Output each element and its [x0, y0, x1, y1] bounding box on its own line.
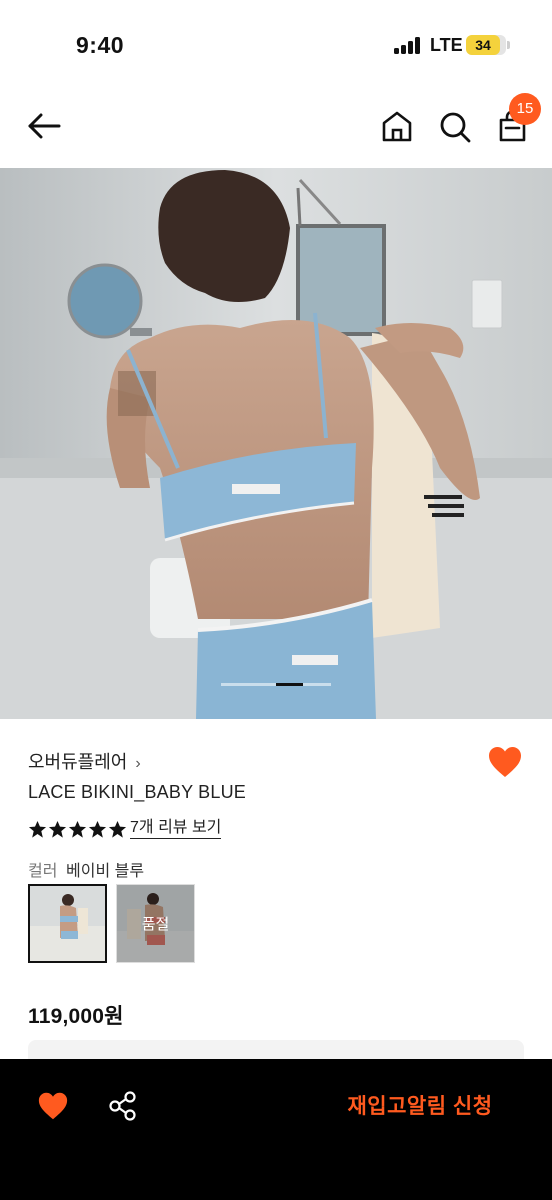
option-label: 컬러	[28, 863, 58, 880]
chevron-right-icon: ›	[135, 755, 141, 772]
color-swatch-selected[interactable]	[28, 884, 107, 963]
bottom-action-bar	[0, 1059, 552, 1200]
rating-stars	[28, 820, 127, 840]
signal-icon	[394, 37, 420, 54]
network-type: LTE	[430, 35, 463, 55]
soldout-label: 품절	[117, 885, 194, 962]
product-price: 119,000원	[28, 1005, 124, 1028]
carousel-indicator-active	[276, 683, 303, 686]
product-photo	[0, 168, 552, 719]
color-swatch-soldout[interactable]: 품절	[116, 884, 195, 963]
search-icon	[440, 112, 471, 143]
product-name: LACE BIKINI_BABY BLUE	[28, 782, 246, 802]
battery-level: 34	[475, 37, 491, 53]
restock-alert-button[interactable]: 재입고알림 신청	[330, 1090, 510, 1124]
swatch-thumbnail	[30, 886, 105, 961]
review-link[interactable]: 7개 리뷰 보기	[130, 818, 222, 839]
star-icon	[28, 820, 47, 838]
back-arrow-icon	[28, 113, 61, 139]
battery-cap	[507, 41, 510, 49]
back-button[interactable]	[24, 106, 66, 148]
battery-icon: 34	[466, 35, 506, 55]
star-icon	[108, 820, 127, 838]
home-button[interactable]	[378, 106, 416, 146]
cart-count-badge: 15	[509, 93, 541, 125]
share-icon	[109, 1091, 136, 1121]
status-bar: 9:40 LTE 34	[0, 0, 552, 90]
brand-link[interactable]: 오버듀플레어 ›	[28, 748, 141, 774]
search-button[interactable]	[436, 106, 474, 146]
status-time: 9:40	[76, 32, 125, 58]
share-button[interactable]	[107, 1090, 139, 1122]
star-icon	[48, 820, 67, 838]
brand-name: 오버듀플레어	[28, 752, 128, 772]
wishlist-button[interactable]	[487, 745, 523, 779]
heart-icon	[489, 747, 521, 777]
product-image-carousel[interactable]	[0, 168, 552, 719]
bottom-wishlist-button[interactable]	[37, 1091, 69, 1121]
home-icon	[382, 111, 412, 142]
heart-icon	[38, 1092, 68, 1120]
option-value: 베이비 블루	[66, 863, 145, 880]
star-icon	[68, 820, 87, 838]
star-icon	[88, 820, 107, 838]
